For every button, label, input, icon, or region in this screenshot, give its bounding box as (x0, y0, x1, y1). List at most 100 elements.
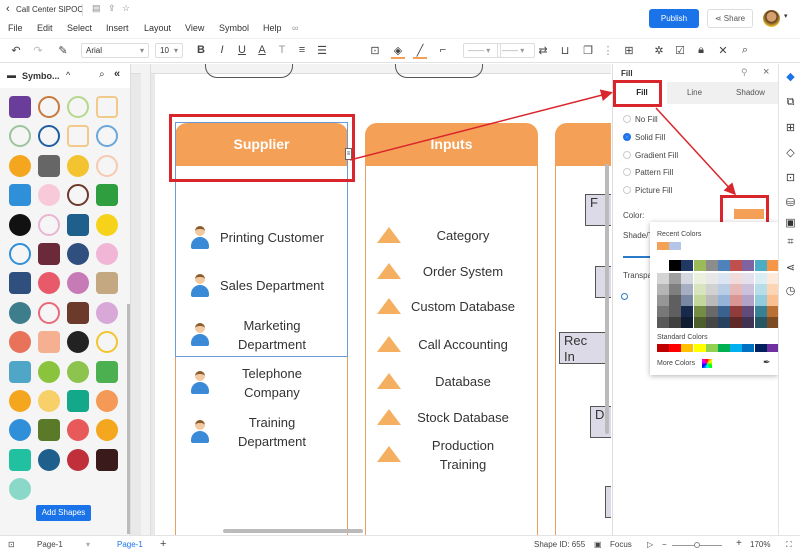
yellow-star-icon[interactable] (96, 213, 118, 236)
standard-color-swatch[interactable] (681, 344, 694, 352)
radio-picture-fill[interactable]: Picture Fill (623, 186, 672, 195)
brown-ring-icon[interactable] (67, 184, 89, 207)
star-outline-icon[interactable] (38, 96, 60, 118)
menu-symbol[interactable]: Symbol (219, 23, 249, 33)
peach-flower-icon[interactable] (38, 331, 60, 354)
format-painter-icon[interactable]: ✎ (56, 44, 70, 57)
process-header[interactable] (555, 123, 611, 166)
line-spacing-icon[interactable]: ☰ (315, 44, 329, 57)
crop-icon[interactable]: ⌗ (784, 236, 797, 249)
yellow-cloud-icon[interactable] (38, 390, 60, 412)
theme-color-swatch[interactable] (742, 306, 755, 317)
color-wheel-icon[interactable] (702, 359, 712, 368)
theme-color-swatch[interactable] (681, 260, 694, 271)
pink-hexagon-icon[interactable] (96, 243, 118, 265)
library-scrollbar[interactable] (127, 304, 130, 534)
theme-color-swatch[interactable] (669, 273, 682, 284)
balloon-red-icon[interactable] (67, 448, 89, 471)
library-title[interactable]: Symbo... (22, 71, 60, 81)
theme-color-swatch[interactable] (681, 284, 694, 295)
theme-color-swatch[interactable] (754, 317, 767, 328)
theme-color-swatch[interactable] (766, 273, 779, 284)
tools-icon[interactable]: ✕ (716, 44, 730, 57)
pin-icon[interactable]: ⚲ (741, 67, 748, 78)
theme-color-swatch[interactable] (718, 317, 730, 328)
theme-color-swatch[interactable] (766, 317, 779, 328)
theme-color-swatch[interactable] (730, 306, 743, 317)
add-page-icon[interactable]: + (160, 538, 166, 550)
theme-color-swatch[interactable] (718, 273, 730, 284)
vertical-scrollbar[interactable] (605, 164, 609, 434)
color-orb-icon[interactable] (38, 360, 60, 383)
olive-blob-icon[interactable] (38, 419, 60, 442)
trefoil-outline-icon[interactable] (96, 96, 118, 118)
chevrons-icon[interactable] (9, 96, 31, 118)
align-shapes-icon[interactable]: ⊔ (558, 44, 572, 57)
menu-layout[interactable]: Layout (144, 23, 171, 33)
frame-outline-icon[interactable] (96, 125, 118, 148)
font-size-select[interactable]: 10 ▾ (155, 43, 183, 58)
theme-color-swatch[interactable] (730, 273, 743, 284)
align-icon[interactable]: ≡ (295, 44, 309, 56)
teal-banner-icon[interactable] (9, 301, 31, 324)
radio-no-fill[interactable]: No Fill (623, 115, 658, 124)
theme-color-swatch[interactable] (657, 260, 669, 271)
theme-color-swatch[interactable] (681, 317, 694, 328)
page-layout-icon[interactable]: ⊡ (8, 540, 15, 549)
menu-file[interactable]: File (8, 23, 23, 33)
standard-color-swatch[interactable] (730, 344, 743, 352)
theme-color-swatch[interactable] (669, 284, 682, 295)
green-tree-icon[interactable] (96, 360, 118, 383)
arrange-icon[interactable]: ❐ (581, 44, 595, 57)
page-tab[interactable]: Page-1 (117, 540, 143, 549)
standard-color-swatch[interactable] (718, 344, 730, 352)
theme-color-swatch[interactable] (657, 295, 669, 306)
undo-icon[interactable]: ↶ (9, 44, 23, 57)
theme-color-swatch[interactable] (681, 273, 694, 284)
lilac-flower-icon[interactable] (96, 301, 118, 324)
recent-color-swatch[interactable] (657, 242, 669, 250)
teal-tree-icon[interactable] (9, 448, 31, 471)
more-colors-button[interactable]: More Colors (657, 360, 695, 367)
font-color-icon[interactable]: A (255, 44, 269, 56)
rain-cloud-icon[interactable] (38, 154, 60, 177)
supplier-item[interactable]: Printing Customer (210, 228, 334, 247)
fullscreen-icon[interactable]: ⛶ (786, 540, 792, 550)
theme-color-swatch[interactable] (766, 306, 779, 317)
inputs-header[interactable]: Inputs (365, 123, 538, 166)
navy-star-icon[interactable] (67, 213, 89, 236)
orange-drop-icon[interactable] (96, 390, 118, 412)
theme-color-swatch[interactable] (718, 295, 730, 306)
red-blob-icon[interactable] (67, 419, 89, 442)
theme-color-swatch[interactable] (766, 284, 779, 295)
theme-color-swatch[interactable] (754, 284, 767, 295)
arrow-style-icon[interactable]: ⇄ (536, 44, 550, 57)
input-item[interactable]: Call Accounting (401, 335, 525, 354)
tan-triangle-icon[interactable] (96, 272, 118, 295)
transparency-slider[interactable] (621, 293, 628, 300)
theme-color-swatch[interactable] (693, 317, 706, 328)
input-item[interactable]: Production Training (401, 436, 525, 474)
theme-color-swatch[interactable] (657, 317, 669, 328)
pink-corner-icon[interactable] (38, 213, 60, 236)
presentation-icon[interactable]: ⊡ (784, 171, 797, 184)
share-icon[interactable]: ⋖ (784, 261, 797, 274)
theme-color-swatch[interactable] (669, 260, 682, 271)
collapse-icon[interactable]: « (114, 68, 120, 80)
supplier-item[interactable]: Telephone Company (210, 364, 334, 402)
line-style-select[interactable]: —— ▾ (463, 43, 501, 58)
line-weight-select[interactable]: —— ▾ (497, 43, 535, 58)
theme-color-swatch[interactable] (754, 295, 767, 306)
group-icon[interactable]: ⊞ (622, 44, 636, 57)
theme-color-swatch[interactable] (693, 306, 706, 317)
standard-color-swatch[interactable] (705, 344, 718, 352)
gear-sun-icon[interactable] (9, 154, 31, 177)
blue-starburst-icon[interactable] (9, 184, 31, 207)
purple-drop-icon[interactable] (67, 272, 89, 295)
theme-color-swatch[interactable] (705, 284, 718, 295)
gear-ring-icon[interactable] (38, 125, 60, 148)
theme-color-swatch[interactable] (742, 260, 755, 271)
hexagram-icon[interactable] (9, 331, 31, 354)
connector-icon[interactable]: ⌐ (436, 44, 450, 56)
menu-select[interactable]: Select (67, 23, 92, 33)
